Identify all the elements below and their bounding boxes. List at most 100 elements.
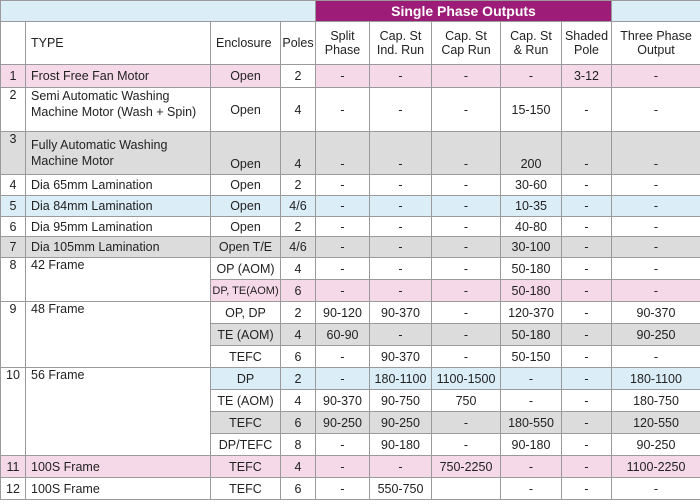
type-cell: Dia 95mm Lamination — [25, 216, 211, 237]
three-phase-cell: - — [611, 131, 700, 175]
three-phase-cell: - — [611, 345, 700, 368]
cap-ind-cell: - — [369, 257, 432, 280]
row-number: 11 — [0, 455, 26, 478]
cap-cap-cell: 1100-1500 — [431, 367, 501, 390]
split-phase-cell: - — [315, 433, 370, 456]
table-row: 7 Dia 105mm Lamination Open T/E 4/6 - - … — [0, 236, 700, 258]
cap-cap-cell: - — [431, 345, 501, 368]
cap-run-cell: - — [500, 477, 562, 500]
enclosure-cell: TEFC — [210, 345, 281, 368]
enclosure-cell: Open — [210, 195, 281, 217]
table-row: 9 48 Frame OP, DP 2 90-120 90-370 - 120-… — [0, 301, 700, 368]
motor-spec-table: Single Phase Outputs TYPE Enclosure Pole… — [0, 0, 700, 500]
cap-run-cell: 50-180 — [500, 279, 562, 302]
cap-cap-cell: - — [431, 236, 501, 258]
three-phase-cell: - — [611, 87, 700, 132]
header-shaded-pole: Shaded Pole — [561, 21, 612, 65]
poles-cell: 8 — [280, 433, 316, 456]
three-phase-cell: - — [611, 279, 700, 302]
header-blank-left — [0, 0, 316, 22]
poles-cell: 4/6 — [280, 195, 316, 217]
poles-cell: 4 — [280, 131, 316, 175]
split-phase-cell: - — [315, 477, 370, 500]
row-number: 5 — [0, 195, 26, 217]
table-row: 11 100S Frame TEFC 4 - - 750-2250 - - 11… — [0, 455, 700, 478]
shaded-pole-cell: 3-12 — [561, 64, 612, 88]
shaded-pole-cell: - — [561, 301, 612, 324]
header-cap-st-cap-run: Cap. St Cap Run — [431, 21, 501, 65]
type-cell: Dia 65mm Lamination — [25, 174, 211, 196]
cap-cap-cell: - — [431, 257, 501, 280]
poles-cell: 4 — [280, 389, 316, 412]
table-row: 8 42 Frame OP (AOM) 4 - - - 50-180 - - — [0, 257, 700, 302]
three-phase-cell: 180-750 — [611, 389, 700, 412]
row-number: 12 — [0, 477, 26, 500]
poles-cell: 6 — [280, 411, 316, 434]
split-phase-cell: - — [315, 367, 370, 390]
enclosure-cell: Open — [210, 64, 281, 88]
cap-cap-cell: - — [431, 195, 501, 217]
cap-ind-cell: 90-370 — [369, 345, 432, 368]
split-phase-cell: - — [315, 131, 370, 175]
cap-run-cell: 30-100 — [500, 236, 562, 258]
poles-cell: 6 — [280, 279, 316, 302]
three-phase-cell: 1100-2250 — [611, 455, 700, 478]
cap-cap-cell: 750 — [431, 389, 501, 412]
cap-ind-cell: - — [369, 455, 432, 478]
header-no — [0, 21, 26, 65]
cap-cap-cell: - — [431, 216, 501, 237]
split-phase-cell: - — [315, 64, 370, 88]
poles-cell: 2 — [280, 174, 316, 196]
type-cell: 42 Frame — [25, 257, 211, 302]
cap-run-cell: 180-550 — [500, 411, 562, 434]
three-phase-cell: - — [611, 216, 700, 237]
three-phase-cell: - — [611, 477, 700, 500]
split-phase-cell: - — [315, 257, 370, 280]
cap-ind-cell: 180-1100 — [369, 367, 432, 390]
cap-ind-cell: - — [369, 174, 432, 196]
split-phase-cell: - — [315, 195, 370, 217]
cap-cap-cell: - — [431, 411, 501, 434]
three-phase-cell: - — [611, 174, 700, 196]
cap-run-cell: 50-180 — [500, 323, 562, 346]
enclosure-cell: TEFC — [210, 455, 281, 478]
enclosure-cell: Open — [210, 174, 281, 196]
type-cell: 48 Frame — [25, 301, 211, 368]
cap-ind-cell: - — [369, 216, 432, 237]
shaded-pole-cell: - — [561, 455, 612, 478]
table-row: 4 Dia 65mm Lamination Open 2 - - - 30-60… — [0, 174, 700, 196]
cap-run-cell: 10-35 — [500, 195, 562, 217]
shaded-pole-cell: - — [561, 257, 612, 280]
enclosure-cell: OP (AOM) — [210, 257, 281, 280]
shaded-pole-cell: - — [561, 367, 612, 390]
shaded-pole-cell: - — [561, 411, 612, 434]
three-phase-cell: 90-370 — [611, 301, 700, 324]
cap-run-cell: 40-80 — [500, 216, 562, 237]
enclosure-cell: Open — [210, 216, 281, 237]
poles-cell: 6 — [280, 477, 316, 500]
split-phase-cell: 60-90 — [315, 323, 370, 346]
enclosure-cell: TEFC — [210, 411, 281, 434]
table-row: 5 Dia 84mm Lamination Open 4/6 - - - 10-… — [0, 195, 700, 217]
table-row: 2 Semi Automatic Washing Machine Motor (W… — [0, 87, 700, 132]
table-row: 12 100S Frame TEFC 6 - 550-750 - - - — [0, 477, 700, 500]
cap-run-cell: - — [500, 389, 562, 412]
enclosure-cell: TE (AOM) — [210, 323, 281, 346]
shaded-pole-cell: - — [561, 174, 612, 196]
three-phase-cell: 90-250 — [611, 433, 700, 456]
shaded-pole-cell: - — [561, 236, 612, 258]
row-number: 7 — [0, 236, 26, 258]
shaded-pole-cell: - — [561, 433, 612, 456]
cap-ind-cell: - — [369, 64, 432, 88]
cap-ind-cell: 550-750 — [369, 477, 432, 500]
shaded-pole-cell: - — [561, 323, 612, 346]
enclosure-cell: Open — [210, 87, 281, 132]
row-number: 8 — [0, 257, 26, 302]
type-cell: 100S Frame — [25, 455, 211, 478]
enclosure-cell: TE (AOM) — [210, 389, 281, 412]
table-row: 3 Fully Automatic Washing Machine Motor O… — [0, 131, 700, 175]
split-phase-cell: - — [315, 345, 370, 368]
type-cell: Frost Free Fan Motor — [25, 64, 211, 88]
split-phase-cell: 90-250 — [315, 411, 370, 434]
shaded-pole-cell: - — [561, 345, 612, 368]
